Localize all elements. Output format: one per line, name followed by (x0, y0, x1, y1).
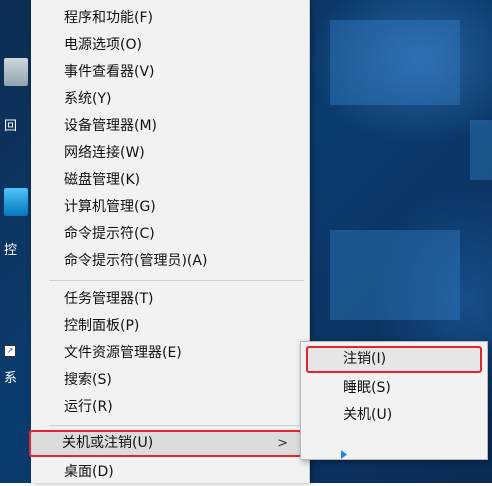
control-panel-icon[interactable] (4, 188, 30, 216)
menu-item-disk-management[interactable]: 磁盘管理(K) (31, 167, 309, 194)
recycle-bin-icon[interactable] (4, 58, 30, 86)
menu-item-event-viewer[interactable]: 事件查看器(V) (31, 59, 309, 86)
menu-item-network-connections[interactable]: 网络连接(W) (31, 140, 309, 167)
desktop-icon-label: 控 (4, 243, 18, 258)
menu-item-computer-management[interactable]: 计算机管理(G) (31, 194, 309, 221)
wallpaper-pane (470, 120, 492, 180)
menu-item-shutdown-signout[interactable]: 关机或注销(U) > (29, 430, 302, 457)
menu-item-search[interactable]: 搜索(S) (31, 367, 309, 394)
wallpaper-pane (330, 20, 460, 105)
desktop-icon-label: 回 (4, 119, 18, 134)
wallpaper-pane (330, 230, 460, 320)
menu-item-run[interactable]: 运行(R) (31, 394, 309, 421)
menu-item-power-options[interactable]: 电源选项(O) (31, 32, 309, 59)
menu-item-system[interactable]: 系统(Y) (31, 86, 309, 113)
shortcut-arrow-icon: ↗ (4, 345, 16, 357)
menu-item-device-manager[interactable]: 设备管理器(M) (31, 113, 309, 140)
menu-item-control-panel[interactable]: 控制面板(P) (31, 313, 309, 340)
menu-separator (49, 280, 304, 281)
menu-item-programs-features[interactable]: 程序和功能(F) (31, 5, 309, 32)
menu-item-desktop[interactable]: 桌面(D) (31, 459, 309, 486)
menu-item-command-prompt[interactable]: 命令提示符(C) (31, 221, 309, 248)
winx-context-menu: 程序和功能(F) 电源选项(O) 事件查看器(V) 系统(Y) 设备管理器(M)… (29, 0, 310, 486)
shutdown-submenu: 注销(I) 睡眠(S) 关机(U) (300, 341, 488, 460)
menu-item-command-prompt-admin[interactable]: 命令提示符(管理员)(A) (31, 248, 309, 275)
menu-item-label: 关机或注销(U) (62, 435, 154, 451)
submenu-item-sign-out[interactable]: 注销(I) (306, 346, 482, 373)
submenu-item-shut-down[interactable]: 关机(U) (301, 402, 487, 429)
menu-item-task-manager[interactable]: 任务管理器(T) (31, 286, 309, 313)
menu-separator (49, 425, 304, 426)
submenu-item-sleep[interactable]: 睡眠(S) (301, 375, 487, 402)
desktop-icon-label: 系 (4, 371, 18, 386)
menu-item-file-explorer[interactable]: 文件资源管理器(E) (31, 340, 309, 367)
chevron-right-icon: > (277, 436, 288, 451)
